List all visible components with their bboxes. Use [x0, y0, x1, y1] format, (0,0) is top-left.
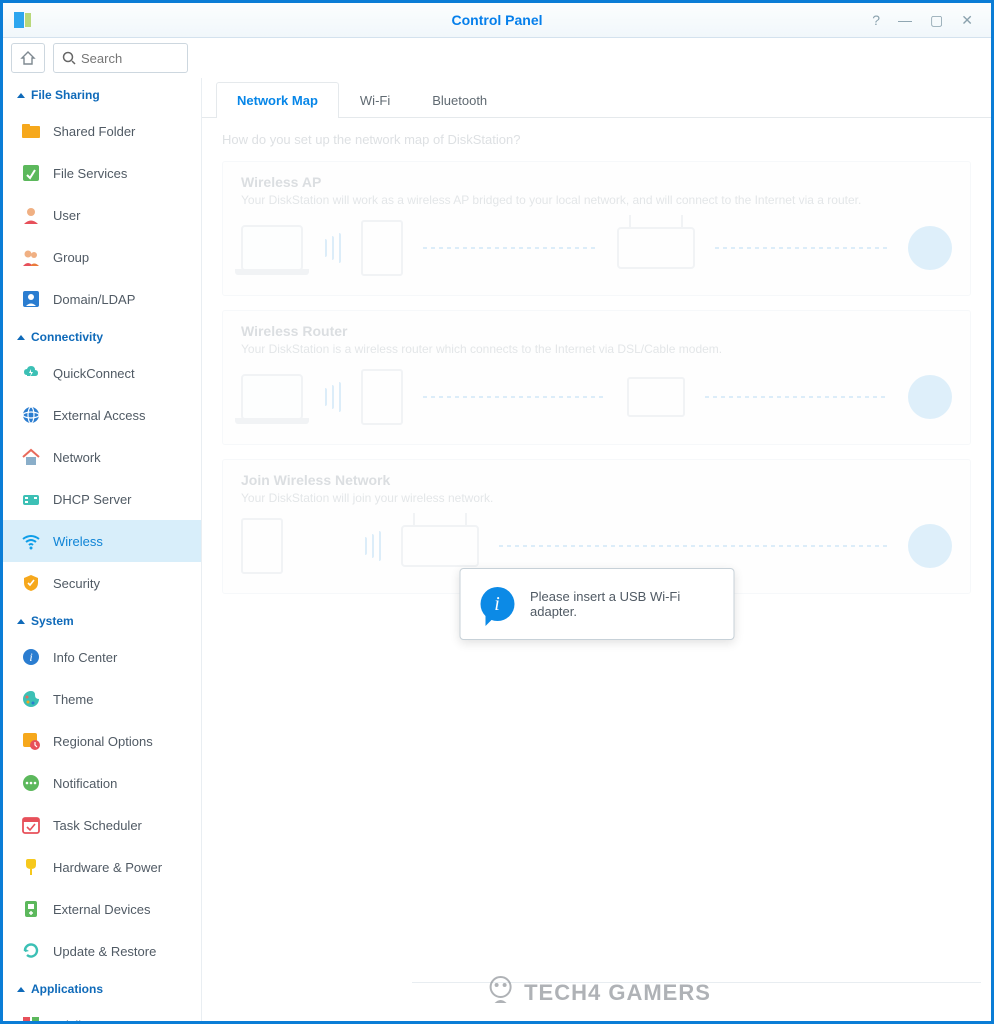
external-access-icon: [21, 405, 41, 425]
router-icon: [617, 227, 695, 269]
external-devices-icon: [21, 899, 41, 919]
option-desc: Your DiskStation will join your wireless…: [241, 491, 952, 505]
wireless-icon: [21, 531, 41, 551]
hardware-power-icon: [21, 857, 41, 877]
sidebar-item-file-services[interactable]: File Services: [3, 152, 201, 194]
section-applications[interactable]: Applications: [3, 972, 201, 1004]
search-icon: [62, 51, 76, 65]
domain-icon: [21, 289, 41, 309]
sidebar: File Sharing Shared Folder File Services…: [3, 78, 202, 1021]
tabs: Network Map Wi-Fi Bluetooth: [202, 78, 991, 118]
option-title: Join Wireless Network: [241, 472, 952, 488]
content-area: Network Map Wi-Fi Bluetooth How do you s…: [202, 78, 991, 1021]
option-desc: Your DiskStation is a wireless router wh…: [241, 342, 952, 356]
close-icon[interactable]: ✕: [961, 12, 973, 29]
sidebar-item-shared-folder[interactable]: Shared Folder: [3, 110, 201, 152]
home-button[interactable]: [11, 43, 45, 73]
globe-icon: [908, 524, 952, 568]
window-title: Control Panel: [451, 12, 542, 28]
section-file-sharing[interactable]: File Sharing: [3, 78, 201, 110]
titlebar: Control Panel ? — ▢ ✕: [3, 3, 991, 38]
user-icon: [21, 205, 41, 225]
info-icon: i: [480, 587, 514, 621]
wireless-waves-icon: [363, 531, 381, 561]
setup-question: How do you set up the network map of Dis…: [222, 132, 971, 147]
router-icon: [401, 525, 479, 567]
sidebar-item-dhcp-server[interactable]: DHCP Server: [3, 478, 201, 520]
maximize-icon[interactable]: ▢: [930, 12, 943, 29]
option-wireless-ap[interactable]: Wireless AP Your DiskStation will work a…: [222, 161, 971, 296]
app-icon: [13, 10, 33, 30]
sidebar-item-quickconnect[interactable]: QuickConnect: [3, 352, 201, 394]
search-box[interactable]: [53, 43, 188, 73]
sidebar-item-privileges[interactable]: Privileges: [3, 1004, 201, 1021]
wireless-waves-icon: [323, 382, 341, 412]
sidebar-item-info-center[interactable]: iInfo Center: [3, 636, 201, 678]
laptop-icon: [241, 374, 303, 420]
sidebar-item-group[interactable]: Group: [3, 236, 201, 278]
sidebar-item-user[interactable]: User: [3, 194, 201, 236]
quickconnect-icon: [21, 363, 41, 383]
privileges-icon: [21, 1015, 41, 1021]
dhcp-icon: [21, 489, 41, 509]
section-connectivity[interactable]: Connectivity: [3, 320, 201, 352]
sidebar-item-notification[interactable]: Notification: [3, 762, 201, 804]
connection-line: [499, 545, 888, 547]
globe-icon: [908, 375, 952, 419]
modem-icon: [627, 377, 685, 417]
folder-share-icon: [21, 121, 41, 141]
tab-network-map[interactable]: Network Map: [216, 82, 339, 118]
diskstation-icon: [361, 220, 403, 276]
help-icon[interactable]: ?: [872, 12, 880, 29]
tab-bluetooth[interactable]: Bluetooth: [411, 82, 508, 118]
sidebar-item-network[interactable]: Network: [3, 436, 201, 478]
sidebar-item-task-scheduler[interactable]: Task Scheduler: [3, 804, 201, 846]
sidebar-item-domain-ldap[interactable]: Domain/LDAP: [3, 278, 201, 320]
dialog-message: Please insert a USB Wi-Fi adapter.: [530, 589, 713, 619]
section-system[interactable]: System: [3, 604, 201, 636]
sidebar-item-theme[interactable]: Theme: [3, 678, 201, 720]
tab-wifi[interactable]: Wi-Fi: [339, 82, 411, 118]
connection-line: [423, 396, 607, 398]
update-restore-icon: [21, 941, 41, 961]
group-icon: [21, 247, 41, 267]
sidebar-item-regional-options[interactable]: Regional Options: [3, 720, 201, 762]
file-services-icon: [21, 163, 41, 183]
option-title: Wireless AP: [241, 174, 952, 190]
svg-text:i: i: [29, 650, 32, 664]
minimize-icon[interactable]: —: [898, 12, 912, 29]
notification-icon: [21, 773, 41, 793]
diskstation-icon: [241, 518, 283, 574]
watermark-text: TECH4 GAMERS: [524, 980, 711, 1006]
laptop-icon: [241, 225, 303, 271]
sidebar-item-wireless[interactable]: Wireless: [3, 520, 201, 562]
sidebar-item-update-restore[interactable]: Update & Restore: [3, 930, 201, 972]
option-desc: Your DiskStation will work as a wireless…: [241, 193, 952, 207]
diagram-router: [241, 364, 952, 430]
connection-line: [423, 247, 597, 249]
sidebar-item-security[interactable]: Security: [3, 562, 201, 604]
diagram-ap: [241, 215, 952, 281]
info-dialog: i Please insert a USB Wi-Fi adapter.: [459, 568, 734, 640]
option-wireless-router[interactable]: Wireless Router Your DiskStation is a wi…: [222, 310, 971, 445]
connection-line: [705, 396, 889, 398]
task-scheduler-icon: [21, 815, 41, 835]
watermark: TECH4 GAMERS: [482, 973, 711, 1013]
option-title: Wireless Router: [241, 323, 952, 339]
sidebar-item-external-devices[interactable]: External Devices: [3, 888, 201, 930]
globe-icon: [908, 226, 952, 270]
watermark-logo-icon: [482, 973, 518, 1013]
shield-icon: [21, 573, 41, 593]
theme-icon: [21, 689, 41, 709]
toolbar: [3, 38, 991, 78]
info-icon: i: [21, 647, 41, 667]
diskstation-icon: [361, 369, 403, 425]
sidebar-item-hardware-power[interactable]: Hardware & Power: [3, 846, 201, 888]
search-input[interactable]: [81, 51, 179, 66]
wireless-waves-icon: [323, 233, 341, 263]
connection-line: [715, 247, 889, 249]
network-icon: [21, 447, 41, 467]
regional-icon: [21, 731, 41, 751]
sidebar-item-external-access[interactable]: External Access: [3, 394, 201, 436]
